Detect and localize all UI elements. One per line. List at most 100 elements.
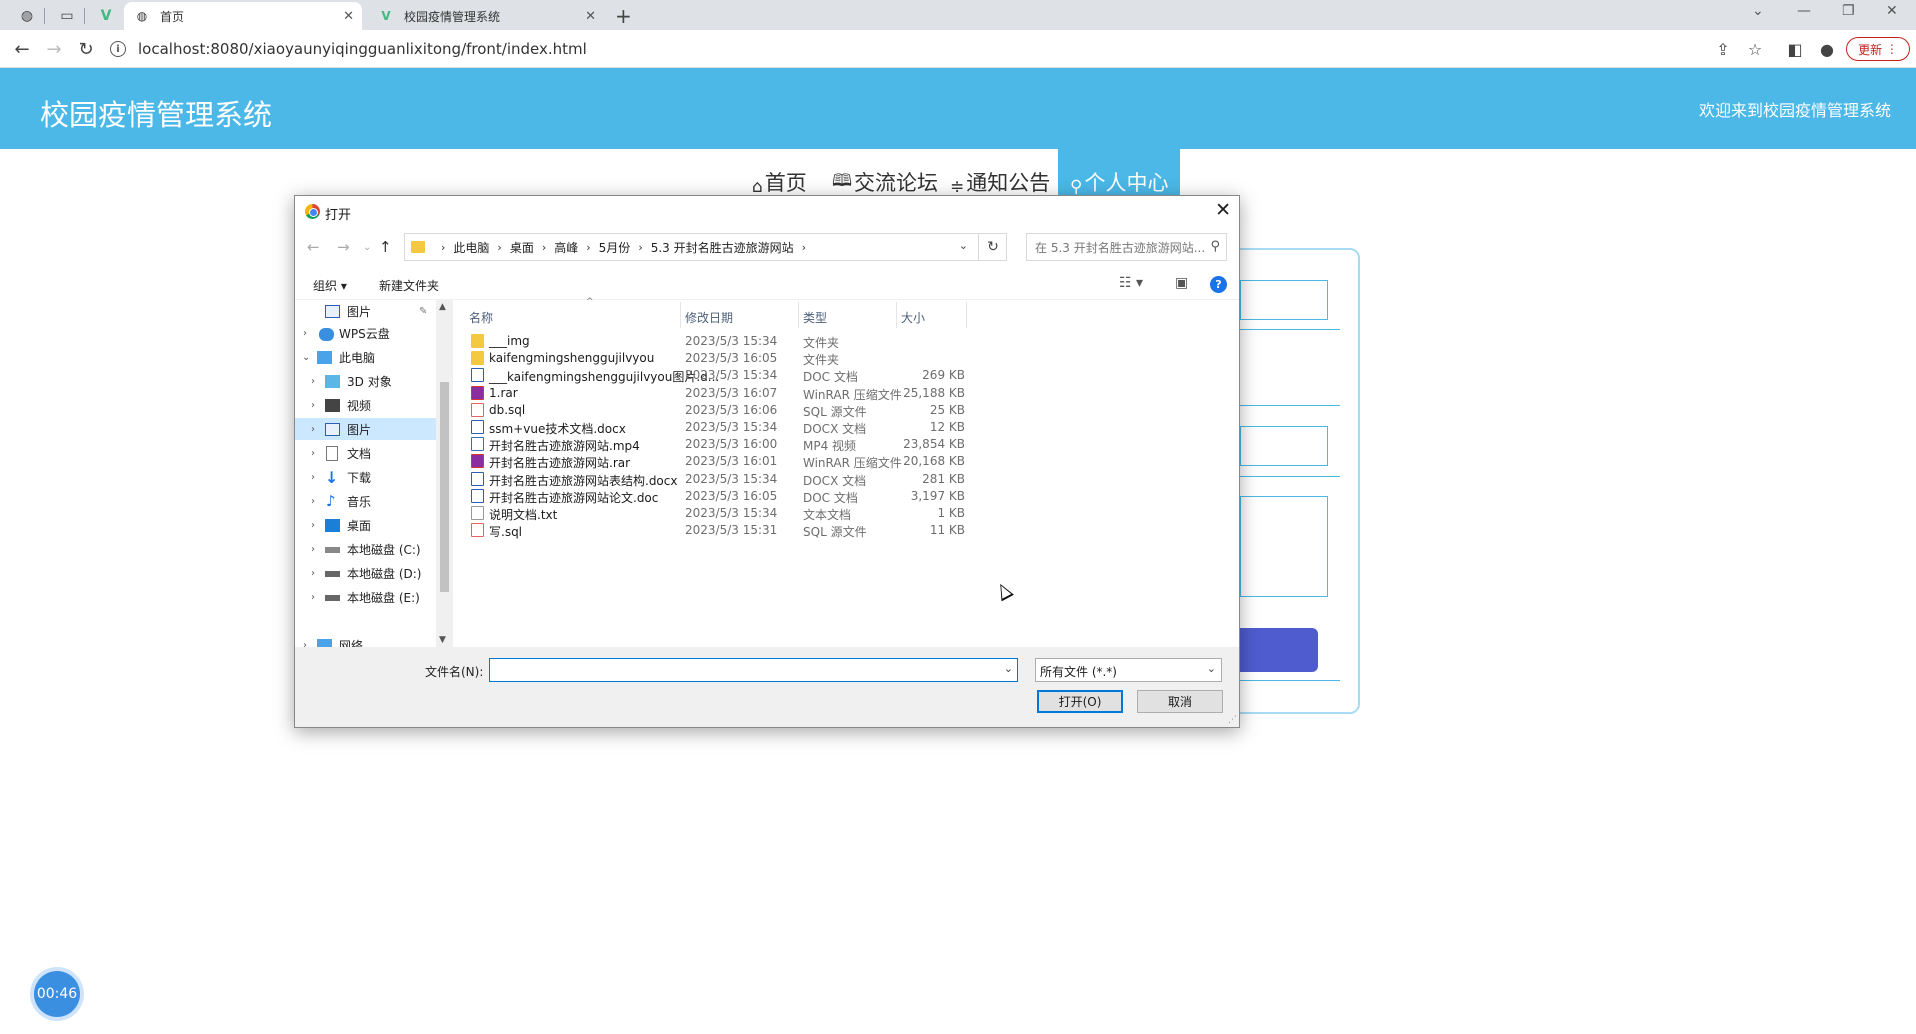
chevron-down-icon[interactable]: ⌄ bbox=[1752, 3, 1764, 19]
cancel-button[interactable]: 取消 bbox=[1137, 690, 1223, 713]
column-divider[interactable] bbox=[680, 302, 681, 328]
breadcrumb-separator[interactable]: › bbox=[802, 241, 806, 254]
nav-item-wps-cloud[interactable]: › WPS云盘 bbox=[295, 322, 436, 344]
sidebar-icon[interactable]: ◧ bbox=[1784, 38, 1806, 60]
dialog-close-button[interactable]: ✕ bbox=[1215, 199, 1231, 221]
organize-button[interactable]: 组织 ▾ bbox=[313, 277, 347, 294]
chevron-down-icon[interactable]: ⌄ bbox=[959, 239, 968, 252]
chevron-right-icon[interactable]: › bbox=[303, 328, 307, 339]
nav-home[interactable]: ⌂ 首页 bbox=[752, 149, 807, 199]
file-row[interactable]: 写.sql 2023/5/3 15:31 SQL 源文件 11 KB bbox=[465, 520, 965, 541]
chevron-right-icon[interactable]: › bbox=[311, 568, 315, 579]
nav-item-3d-objects[interactable]: › 3D 对象 bbox=[295, 370, 436, 392]
column-header-date[interactable]: 修改日期 bbox=[685, 309, 733, 326]
bookmark-star-icon[interactable]: ☆ bbox=[1744, 38, 1766, 60]
breadcrumb-separator[interactable]: › bbox=[586, 241, 590, 254]
nav-notice[interactable]: ≑ 通知公告 bbox=[950, 149, 1050, 199]
form-submit-button[interactable] bbox=[1240, 628, 1318, 672]
close-icon[interactable]: ✕ bbox=[343, 9, 354, 24]
nav-item-pictures[interactable]: › 图片 bbox=[295, 418, 436, 440]
chevron-right-icon[interactable]: › bbox=[311, 496, 315, 507]
nav-item-desktop[interactable]: › 桌面 bbox=[295, 514, 436, 536]
back-button[interactable]: ← bbox=[10, 37, 34, 61]
nav-item-pictures-pinned[interactable]: 图片 ✎ bbox=[295, 300, 436, 322]
nav-item-this-pc[interactable]: ⌄ 此电脑 bbox=[295, 346, 436, 368]
chevron-right-icon[interactable]: › bbox=[303, 640, 307, 648]
refresh-button[interactable]: ↻ bbox=[978, 233, 1007, 261]
breadcrumb-separator[interactable]: › bbox=[497, 241, 501, 254]
recent-chevron-icon[interactable]: ⌄ bbox=[363, 242, 371, 253]
forward-button[interactable]: → bbox=[42, 37, 66, 61]
chevron-right-icon[interactable]: › bbox=[311, 592, 315, 603]
chevron-right-icon[interactable]: › bbox=[311, 424, 315, 435]
preview-pane-icon[interactable]: ▣ bbox=[1175, 275, 1188, 291]
breadcrumb-separator[interactable]: › bbox=[638, 241, 642, 254]
column-divider[interactable] bbox=[798, 302, 799, 328]
tab-system[interactable]: V 校园疫情管理系统 ✕ bbox=[368, 2, 604, 30]
filetype-select[interactable]: 所有文件 (*.*) ⌄ bbox=[1035, 658, 1222, 682]
new-tab-button[interactable]: + bbox=[615, 4, 632, 28]
minimize-button[interactable]: — bbox=[1797, 3, 1811, 19]
share-icon[interactable]: ⇪ bbox=[1712, 38, 1734, 60]
breadcrumb[interactable]: › 此电脑 › 桌面 › 高峰 › 5月份 › 5.3 开封名胜古迹旅游网站 ›… bbox=[404, 233, 1007, 261]
update-button[interactable]: 更新 ⋮ bbox=[1846, 37, 1910, 61]
column-header-size[interactable]: 大小 bbox=[901, 309, 925, 326]
breadcrumb-item[interactable]: 5.3 开封名胜古迹旅游网站 bbox=[651, 239, 794, 256]
chevron-right-icon[interactable]: › bbox=[311, 448, 315, 459]
timer-badge[interactable]: 00:46 bbox=[34, 971, 80, 1017]
open-button[interactable]: 打开(O) bbox=[1037, 690, 1123, 713]
nav-forum[interactable]: 🕮 交流论坛 bbox=[832, 149, 938, 199]
help-icon[interactable]: ? bbox=[1210, 276, 1227, 293]
chevron-right-icon[interactable]: › bbox=[311, 544, 315, 555]
chevron-down-icon[interactable]: ⌄ bbox=[1004, 662, 1013, 675]
filename-input[interactable]: ⌄ bbox=[489, 658, 1018, 682]
new-folder-button[interactable]: 新建文件夹 bbox=[379, 277, 439, 294]
close-icon[interactable]: ✕ bbox=[585, 9, 596, 24]
reload-button[interactable]: ↻ bbox=[74, 37, 98, 61]
chevron-right-icon[interactable]: › bbox=[311, 472, 315, 483]
restore-button[interactable]: ❐ bbox=[1842, 3, 1855, 19]
nav-item-documents[interactable]: › 文档 bbox=[295, 442, 436, 464]
nav-profile[interactable]: ⚲ 个人中心 bbox=[1058, 149, 1181, 199]
column-header-name[interactable]: 名称 bbox=[469, 309, 493, 326]
page-icon[interactable]: ▭ bbox=[56, 5, 78, 27]
form-textarea[interactable] bbox=[1240, 496, 1328, 597]
nav-item-videos[interactable]: › 视频 bbox=[295, 394, 436, 416]
resize-grip-icon[interactable]: ⋰ bbox=[1228, 715, 1237, 725]
nav-item-drive-e[interactable]: › 本地磁盘 (E:) bbox=[295, 586, 436, 608]
scroll-down-icon[interactable]: ▼ bbox=[439, 635, 446, 645]
forward-arrow-icon[interactable]: → bbox=[337, 238, 350, 256]
chevron-right-icon[interactable]: › bbox=[311, 520, 315, 531]
breadcrumb-item[interactable]: 此电脑 bbox=[453, 239, 489, 256]
vue-icon[interactable]: V bbox=[95, 5, 117, 27]
column-divider[interactable] bbox=[896, 302, 897, 328]
profile-icon[interactable]: ● bbox=[1816, 38, 1838, 60]
up-arrow-icon[interactable]: ↑ bbox=[379, 238, 392, 256]
scroll-up-icon[interactable]: ▲ bbox=[439, 302, 446, 312]
column-divider[interactable] bbox=[966, 302, 967, 328]
scrollbar-thumb[interactable] bbox=[440, 382, 449, 592]
info-icon[interactable]: i bbox=[110, 41, 126, 57]
view-options-icon[interactable]: ☷ ▾ bbox=[1119, 275, 1143, 291]
column-header-type[interactable]: 类型 bbox=[803, 309, 827, 326]
form-input[interactable] bbox=[1240, 426, 1328, 466]
nav-item-drive-d[interactable]: › 本地磁盘 (D:) bbox=[295, 562, 436, 584]
chevron-right-icon[interactable]: › bbox=[311, 400, 315, 411]
tab-home[interactable]: ◍ 首页 ✕ bbox=[124, 2, 362, 30]
nav-item-drive-c[interactable]: › 本地磁盘 (C:) bbox=[295, 538, 436, 560]
back-arrow-icon[interactable]: ← bbox=[307, 238, 320, 256]
breadcrumb-separator[interactable]: › bbox=[542, 241, 546, 254]
breadcrumb-item[interactable]: 高峰 bbox=[554, 239, 578, 256]
chevron-down-icon[interactable]: ⌄ bbox=[302, 352, 310, 363]
url-field[interactable]: i localhost:8080/xiaoyaunyiqingguanlixit… bbox=[110, 36, 1670, 62]
nav-item-music[interactable]: › ♪ 音乐 bbox=[295, 490, 436, 512]
chevron-right-icon[interactable]: › bbox=[311, 376, 315, 387]
nav-item-network[interactable]: › 网络 bbox=[295, 634, 436, 647]
window-close-button[interactable]: ✕ bbox=[1886, 3, 1898, 19]
form-input[interactable] bbox=[1240, 280, 1328, 320]
breadcrumb-item[interactable]: 桌面 bbox=[510, 239, 534, 256]
nav-pane-scrollbar[interactable]: ▲ ▼ bbox=[436, 300, 452, 647]
nav-item-downloads[interactable]: › ↓ 下载 bbox=[295, 466, 436, 488]
breadcrumb-item[interactable]: 5月份 bbox=[599, 239, 631, 256]
globe-icon[interactable]: ◍ bbox=[16, 5, 38, 27]
